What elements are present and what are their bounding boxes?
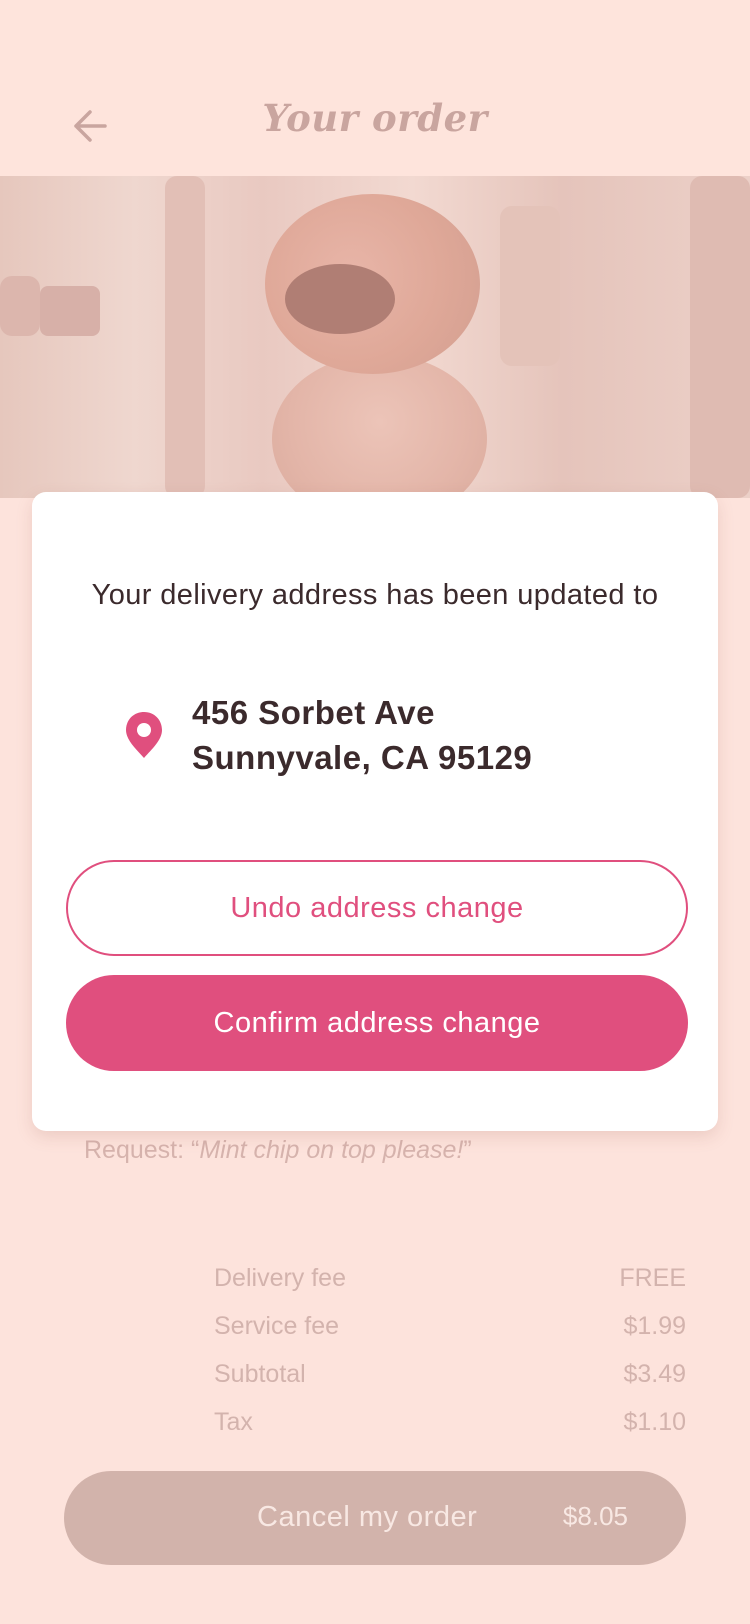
header: Your order [0,0,750,176]
fee-label: Delivery fee [214,1264,346,1292]
delivery-address: 456 Sorbet Ave Sunnyvale, CA 95129 [192,690,532,780]
fee-label: Tax [214,1408,253,1436]
location-pin-icon [126,712,162,758]
confirm-address-change-button[interactable]: Confirm address change [66,975,688,1071]
dialog-message: Your delivery address has been updated t… [91,579,659,611]
address-line-2: Sunnyvale, CA 95129 [192,739,533,776]
request-text: Mint chip on top please! [199,1136,464,1164]
fee-row-delivery: Delivery fee FREE [214,1264,686,1312]
fee-value: $3.49 [623,1360,686,1388]
fees-list: Delivery fee FREE Service fee $1.99 Subt… [214,1264,686,1456]
order-request: Request: “Mint chip on top please!” [84,1136,472,1165]
cancel-order-button[interactable]: Cancel my order $8.05 [64,1471,686,1565]
fee-value: FREE [619,1264,686,1292]
address-updated-dialog: Your delivery address has been updated t… [32,492,718,1131]
order-total: $8.05 [562,1501,628,1531]
address-line-1: 456 Sorbet Ave [192,694,435,731]
fee-value: $1.10 [623,1408,686,1436]
fee-row-subtotal: Subtotal $3.49 [214,1360,686,1408]
cancel-order-label: Cancel my order [257,1501,478,1533]
fee-value: $1.99 [623,1312,686,1340]
request-label: Request: “ [84,1136,200,1164]
product-image [0,176,750,498]
page-title: Your order [262,96,488,140]
fee-row-tax: Tax $1.10 [214,1408,686,1456]
undo-address-change-button[interactable]: Undo address change [66,860,688,956]
fee-row-service: Service fee $1.99 [214,1312,686,1360]
fee-label: Subtotal [214,1360,306,1388]
request-close-quote: ” [463,1136,472,1164]
fee-label: Service fee [214,1312,340,1340]
